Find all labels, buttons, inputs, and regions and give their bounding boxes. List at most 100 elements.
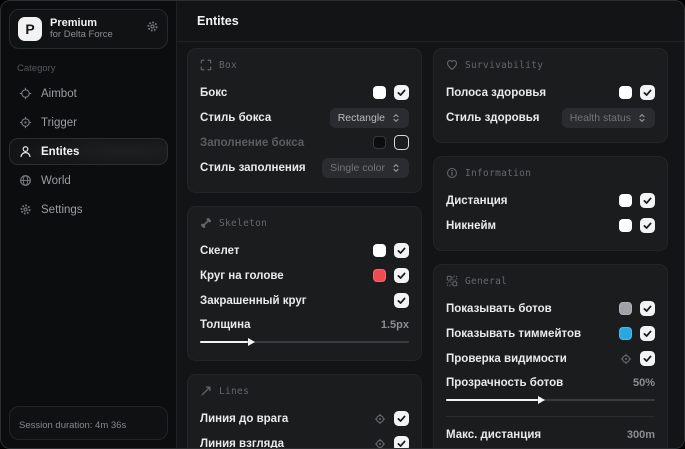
checkbox[interactable]: [640, 351, 655, 366]
checkbox[interactable]: [640, 193, 655, 208]
slider-value: 300m: [626, 429, 655, 441]
setting-row-box: Бокс: [200, 80, 409, 105]
checkbox[interactable]: [394, 436, 409, 448]
setting-row-show-teammates: Показывать тиммейтов: [446, 321, 655, 346]
card-box: Box Бокс Стиль бокса Rectangle Заполнени…: [187, 48, 422, 193]
dropdown-box-style[interactable]: Rectangle: [329, 107, 409, 128]
setting-row-health-style: Стиль здоровья Health status: [446, 105, 655, 130]
category-label: Category: [17, 63, 56, 74]
card-title-label: Skeleton: [219, 217, 268, 229]
divider: [446, 416, 655, 417]
card-title-label: Information: [465, 167, 532, 179]
card-lines: Lines Линия до врага Линия взгляда: [187, 374, 422, 448]
sidebar-item-trigger[interactable]: Trigger: [9, 109, 168, 136]
checkbox[interactable]: [394, 135, 409, 150]
scope-icon: [19, 116, 32, 129]
color-swatch[interactable]: [619, 219, 632, 232]
checkbox[interactable]: [640, 301, 655, 316]
app-window: P Premium for Delta Force Category Aimbo…: [0, 0, 685, 449]
setting-row-max-distance: Макс. дистанция 300m: [446, 425, 655, 448]
setting-row-filled-circle: Закрашенный круг: [200, 288, 409, 313]
scope-icon[interactable]: [374, 413, 386, 425]
brand-subtitle: for Delta Force: [50, 28, 113, 40]
setting-row-box-fill: Заполнение бокса: [200, 130, 409, 155]
thickness-slider[interactable]: [200, 336, 409, 348]
sidebar-item-entites[interactable]: Entites: [9, 138, 168, 165]
sidebar-item-label: Aimbot: [41, 87, 77, 100]
page-title: Entites: [177, 1, 684, 42]
crosshair-icon: [19, 87, 32, 100]
sidebar-item-aimbot[interactable]: Aimbot: [9, 80, 168, 107]
sidebar-item-world[interactable]: World: [9, 167, 168, 194]
brand-title: Premium: [50, 17, 98, 30]
card-title-label: General: [465, 275, 508, 287]
setting-row-visibility-check: Проверка видимости: [446, 346, 655, 371]
setting-row-head-circle: Круг на голове: [200, 263, 409, 288]
gear-icon[interactable]: [146, 20, 159, 38]
sidebar-item-label: World: [41, 174, 71, 187]
slider-thumb[interactable]: [248, 338, 256, 346]
checkbox[interactable]: [640, 326, 655, 341]
diagonal-line-icon: [200, 385, 212, 397]
color-swatch[interactable]: [619, 327, 632, 340]
chevrons-up-down-icon: [637, 113, 647, 123]
chevrons-up-down-icon: [391, 163, 401, 173]
main-panel: Entites Box Бокс Стиль бокса Rectangle З…: [177, 1, 684, 448]
bone-icon: [200, 217, 212, 229]
card-survivability: Survivability Полоса здоровья Стиль здор…: [433, 48, 668, 143]
bots-opacity-slider[interactable]: [446, 394, 655, 406]
card-information: Information Дистанция Никнейм: [433, 156, 668, 251]
slider-thumb[interactable]: [537, 396, 545, 404]
color-swatch[interactable]: [619, 86, 632, 99]
card-general: General Показывать ботов Показывать тимм…: [433, 264, 668, 448]
scope-icon[interactable]: [374, 438, 386, 449]
sidebar-item-label: Trigger: [41, 116, 77, 129]
card-title-label: Box: [219, 59, 238, 71]
grid-icon: [446, 275, 458, 287]
sidebar: P Premium for Delta Force Category Aimbo…: [1, 1, 177, 448]
gear-icon: [19, 203, 32, 216]
setting-row-distance: Дистанция: [446, 188, 655, 213]
person-icon: [19, 145, 32, 158]
chevrons-up-down-icon: [391, 113, 401, 123]
setting-row-skeleton: Скелет: [200, 238, 409, 263]
checkbox[interactable]: [394, 293, 409, 308]
sidebar-item-label: Settings: [41, 203, 83, 216]
sidebar-item-settings[interactable]: Settings: [9, 196, 168, 223]
card-title-label: Lines: [219, 385, 250, 397]
checkbox[interactable]: [394, 243, 409, 258]
setting-row-fill-style: Стиль заполнения Single color: [200, 155, 409, 180]
dropdown-health-style[interactable]: Health status: [561, 107, 655, 128]
setting-row-view-line: Линия взгляда: [200, 431, 409, 448]
setting-row-enemy-line: Линия до врага: [200, 406, 409, 431]
sidebar-item-label: Entites: [41, 145, 80, 158]
color-swatch[interactable]: [373, 86, 386, 99]
brand-logo: P: [18, 17, 42, 41]
sidebar-nav: Aimbot Trigger Entites World Settings: [9, 80, 168, 223]
setting-row-nickname: Никнейм: [446, 213, 655, 238]
scan-corners-icon: [200, 59, 212, 71]
checkbox[interactable]: [394, 85, 409, 100]
setting-row-show-bots: Показывать ботов: [446, 296, 655, 321]
heart-icon: [446, 59, 458, 71]
setting-row-thickness: Толщина 1.5px: [200, 315, 409, 348]
color-swatch[interactable]: [373, 244, 386, 257]
color-swatch[interactable]: [619, 302, 632, 315]
brand-card: P Premium for Delta Force: [9, 9, 168, 49]
dropdown-fill-style[interactable]: Single color: [322, 157, 409, 178]
checkbox[interactable]: [394, 268, 409, 283]
setting-row-bots-opacity: Прозрачность ботов 50%: [446, 373, 655, 406]
max-distance-slider[interactable]: [446, 446, 655, 448]
setting-row-health-bar: Полоса здоровья: [446, 80, 655, 105]
session-duration: Session duration: 4m 36s: [9, 406, 168, 440]
globe-icon: [19, 174, 32, 187]
color-swatch[interactable]: [373, 136, 386, 149]
checkbox[interactable]: [394, 411, 409, 426]
setting-row-box-style: Стиль бокса Rectangle: [200, 105, 409, 130]
card-skeleton: Skeleton Скелет Круг на голове Закрашенн…: [187, 206, 422, 361]
checkbox[interactable]: [640, 218, 655, 233]
color-swatch[interactable]: [373, 269, 386, 282]
scope-icon[interactable]: [620, 353, 632, 365]
color-swatch[interactable]: [619, 194, 632, 207]
checkbox[interactable]: [640, 85, 655, 100]
